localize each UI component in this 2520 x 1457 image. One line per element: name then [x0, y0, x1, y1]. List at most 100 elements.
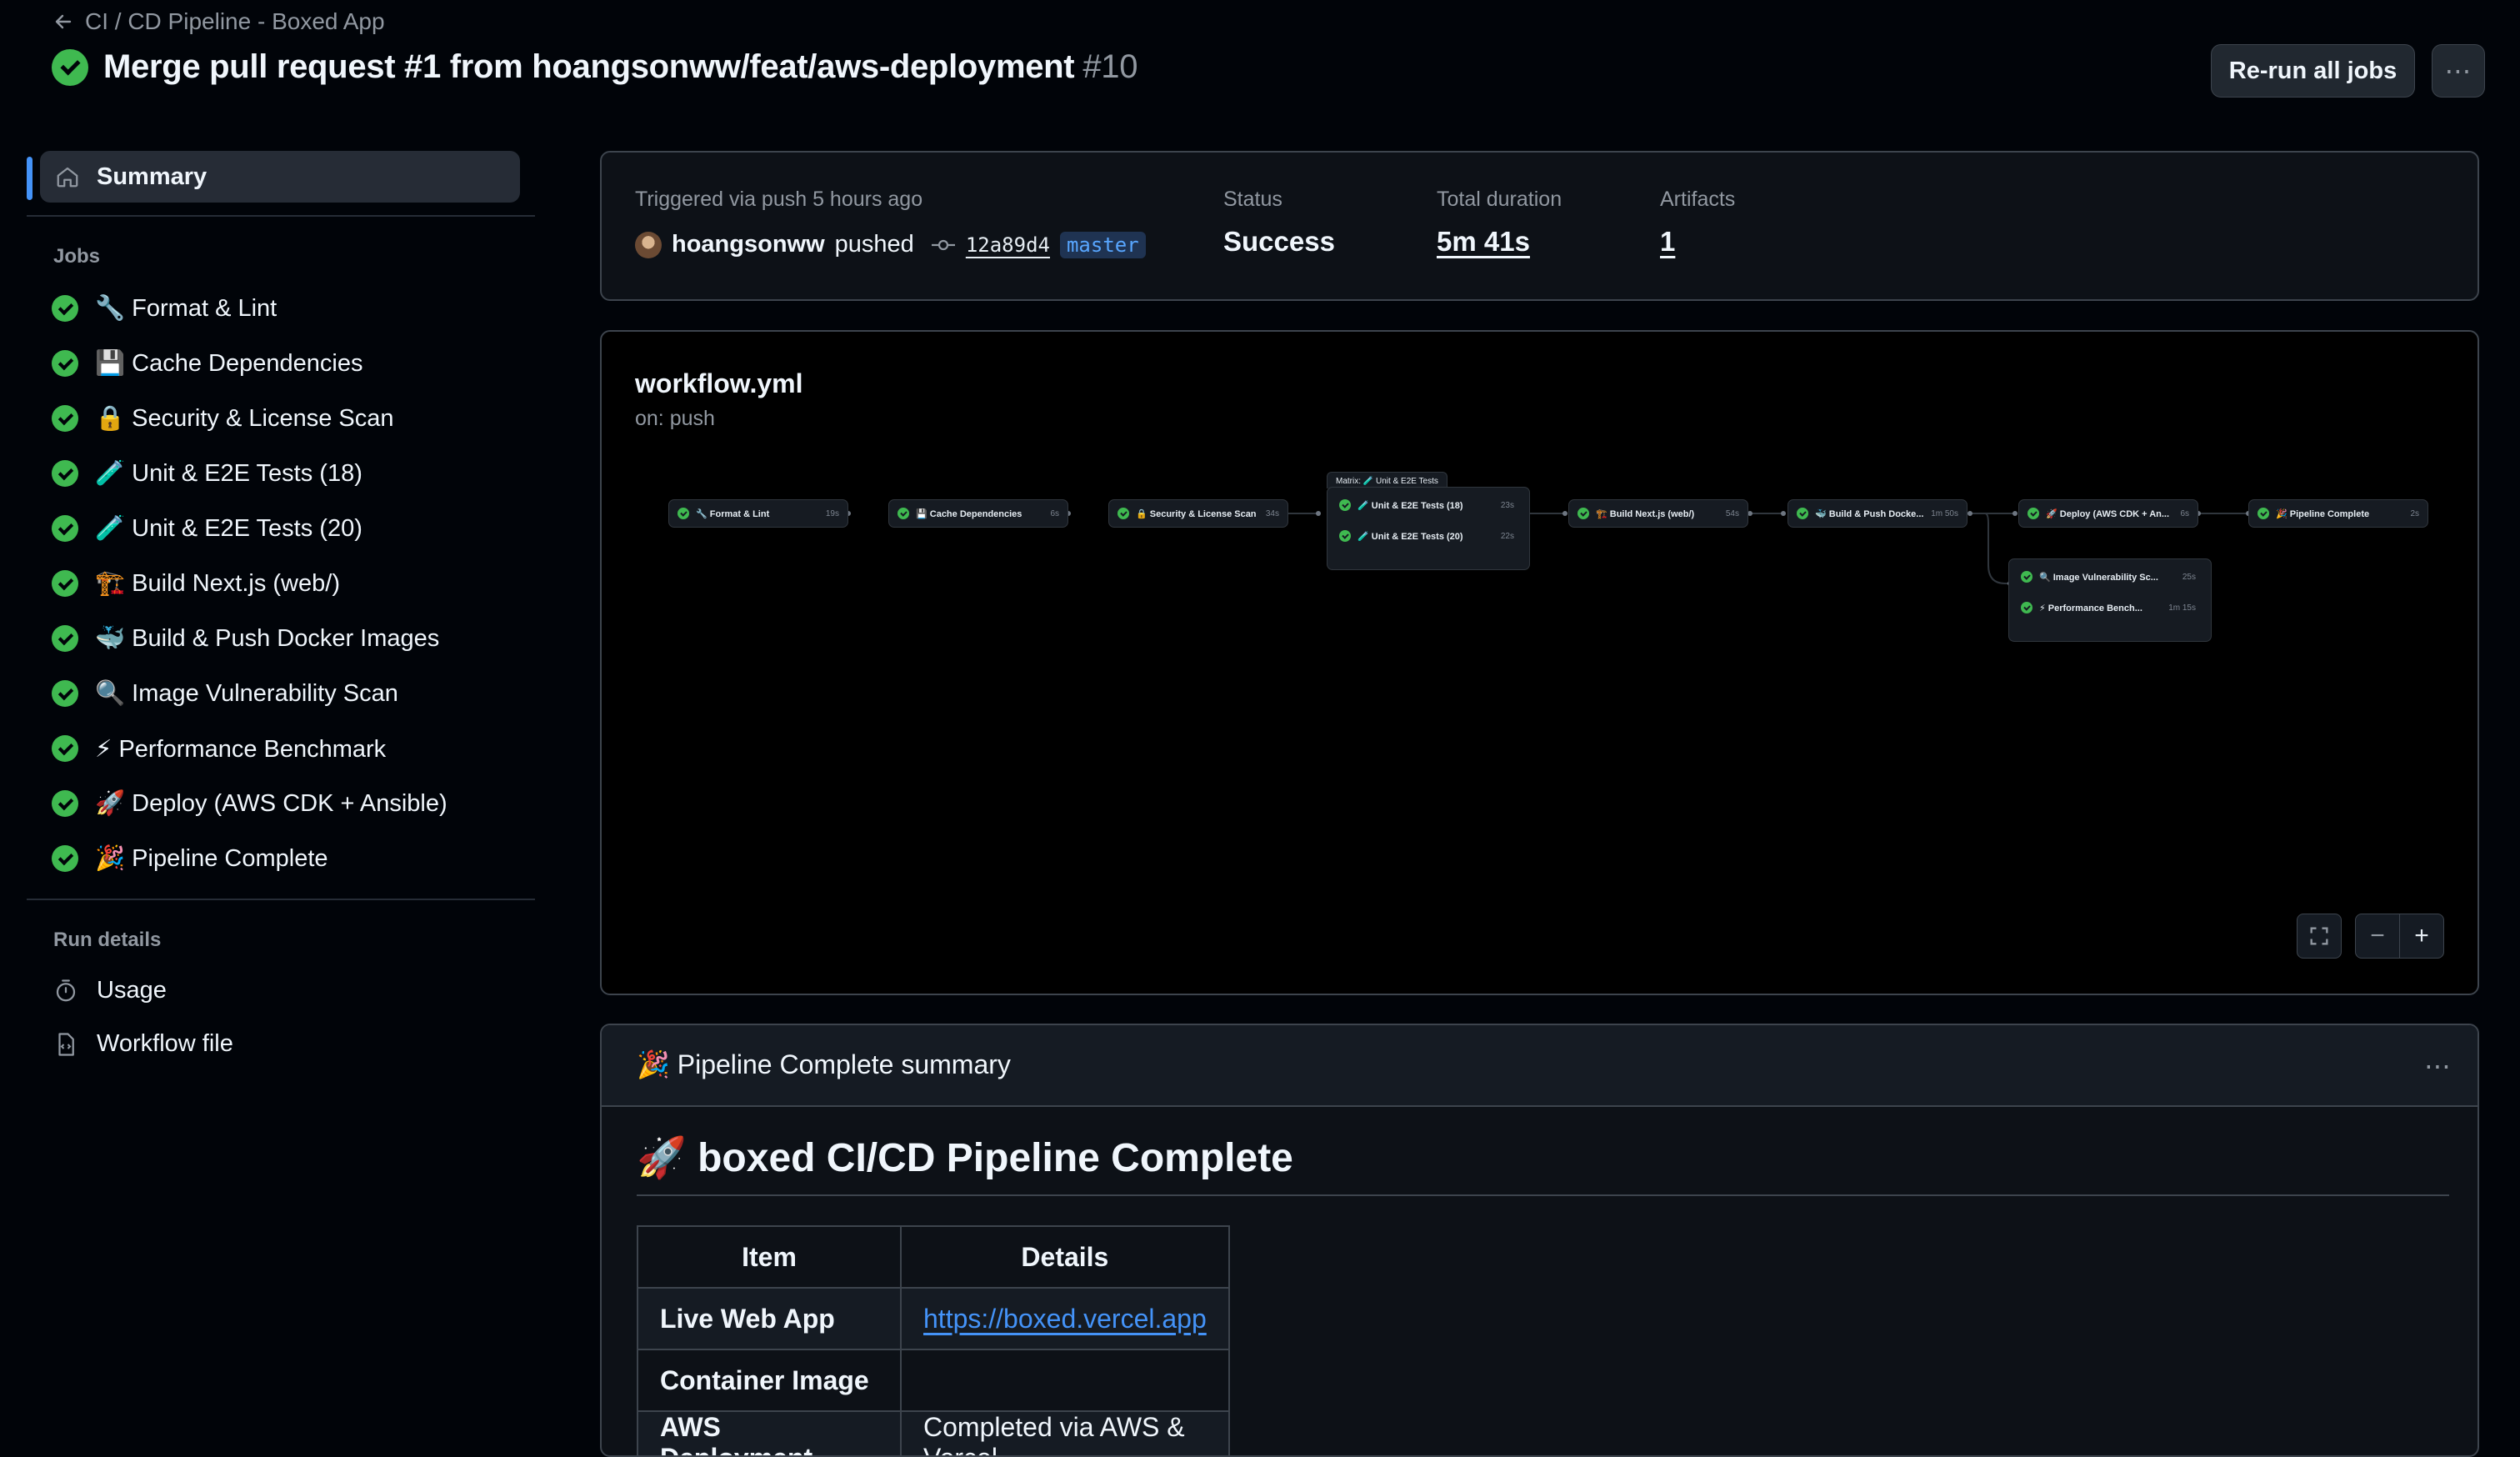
- sidebar-job-deploy[interactable]: 🚀 Deploy (AWS CDK + Ansible): [52, 784, 448, 824]
- artifacts-label: Artifacts: [1660, 188, 1736, 211]
- node-label: 🧪 Unit & E2E Tests (20): [1358, 531, 1463, 542]
- graph-node-deploy[interactable]: 🚀 Deploy (AWS CDK + An... 6s: [2018, 499, 2198, 528]
- graph-node-build-web[interactable]: 🏗️ Build Next.js (web/) 54s: [1568, 499, 1748, 528]
- job-label: 🏗️ Build Next.js (web/): [95, 569, 340, 598]
- matrix-group-tests: 🧪 Unit & E2E Tests (18) 23s 🧪 Unit & E2E …: [1327, 487, 1530, 570]
- sidebar-item-workflow-file[interactable]: Workflow file: [53, 1030, 233, 1058]
- job-name: Build & Push Docker Images: [132, 625, 440, 652]
- dependent-jobs-group: 🔍 Image Vulnerability Sc... 25s ⚡ Perform…: [2008, 558, 2212, 642]
- matrix-title: Matrix: 🧪 Unit & E2E Tests: [1327, 472, 1448, 488]
- sidebar-job-vuln-scan[interactable]: 🔍 Image Vulnerability Scan: [52, 673, 398, 713]
- sidebar-job-perf[interactable]: ⚡ Performance Benchmark: [52, 728, 386, 769]
- graph-node-tests-20[interactable]: 🧪 Unit & E2E Tests (20) 22s: [1339, 530, 1514, 542]
- success-check-icon: [2028, 508, 2039, 519]
- table-cell-details: https://boxed.vercel.app: [900, 1287, 1230, 1350]
- success-check-icon: [1339, 530, 1351, 542]
- graph-node-docker[interactable]: 🐳 Build & Push Docke... 1m 50s: [1788, 499, 1968, 528]
- back-link[interactable]: CI / CD Pipeline - Boxed App: [53, 8, 385, 35]
- job-summary-more-button[interactable]: ⋯: [2424, 1050, 2451, 1082]
- success-check-icon: [2021, 571, 2032, 583]
- rerun-all-jobs-button[interactable]: Re-run all jobs: [2211, 44, 2415, 98]
- sidebar-job-build-web[interactable]: 🏗️ Build Next.js (web/): [52, 563, 340, 603]
- table-cell-details: Completed via AWS & Vercel: [900, 1410, 1230, 1455]
- graph-node-cache[interactable]: 💾 Cache Dependencies 6s: [888, 499, 1068, 528]
- job-summary-title: 🎉 Pipeline Complete summary: [637, 1049, 1011, 1079]
- job-summary-panel: 🎉 Pipeline Complete summary ⋯ 🚀 boxed CI…: [600, 1024, 2479, 1457]
- job-label: 🐳 Build & Push Docker Images: [95, 624, 439, 653]
- run-number: #10: [1082, 48, 1138, 85]
- avatar[interactable]: [635, 231, 662, 258]
- artifacts-count-link[interactable]: 1: [1660, 226, 1675, 258]
- job-label: 🚀 Deploy (AWS CDK + Ansible): [95, 789, 448, 818]
- table-row: Container Image: [637, 1349, 1230, 1412]
- duration-label: Total duration: [1437, 188, 1562, 211]
- success-check-icon: [2021, 602, 2032, 613]
- file-code-icon: [58, 1032, 74, 1056]
- zoom-in-button[interactable]: +: [2399, 914, 2444, 959]
- party-popper-icon: 🎉: [95, 845, 126, 872]
- node-duration: 2s: [2410, 508, 2419, 518]
- table-cell-item: AWS Deployment: [637, 1410, 902, 1455]
- status-value: Success: [1223, 226, 1335, 257]
- zoom-out-button[interactable]: −: [2355, 914, 2400, 959]
- branch-badge[interactable]: master: [1059, 231, 1146, 258]
- success-check-icon: [1118, 508, 1129, 519]
- table-cell-details: [900, 1349, 1230, 1412]
- sidebar-item-label: Summary: [97, 163, 208, 190]
- job-name: Security & License Scan: [132, 405, 394, 432]
- graph-node-complete[interactable]: 🎉 Pipeline Complete 2s: [2248, 499, 2428, 528]
- node-duration: 19s: [825, 508, 839, 518]
- success-check-icon: [52, 680, 78, 707]
- success-check-icon: [2258, 508, 2269, 519]
- sidebar-item-usage[interactable]: Usage: [53, 977, 167, 1004]
- more-options-button[interactable]: ⋯: [2432, 44, 2485, 98]
- minus-icon: −: [2370, 922, 2385, 949]
- success-check-icon: [898, 508, 909, 519]
- node-duration: 25s: [2182, 572, 2196, 582]
- sidebar-job-tests-18[interactable]: 🧪 Unit & E2E Tests (18): [52, 453, 362, 493]
- job-label: 🎉 Pipeline Complete: [95, 844, 328, 873]
- floppy-disk-icon: 💾: [95, 350, 126, 377]
- sidebar-divider: [27, 215, 535, 217]
- table-header: Details: [900, 1225, 1230, 1289]
- sidebar-job-format-lint[interactable]: 🔧 Format & Lint: [52, 288, 277, 328]
- push-info: hoangsonww pushed 12a89d4 master: [635, 231, 1146, 258]
- success-check-icon: [52, 625, 78, 652]
- job-name: Pipeline Complete: [132, 845, 328, 872]
- sidebar-item-summary[interactable]: Summary: [40, 151, 520, 203]
- graph-node-format-lint[interactable]: 🔧 Format & Lint 19s: [668, 499, 848, 528]
- table-header: Item: [637, 1225, 902, 1289]
- node-label: 🚀 Deploy (AWS CDK + An...: [2046, 508, 2170, 519]
- graph-node-security[interactable]: 🔒 Security & License Scan 34s: [1108, 499, 1288, 528]
- fullscreen-button[interactable]: [2297, 914, 2342, 959]
- graph-node-tests-18[interactable]: 🧪 Unit & E2E Tests (18) 23s: [1339, 499, 1514, 511]
- commit-sha-link[interactable]: 12a89d4: [966, 233, 1050, 257]
- graph-node-vuln-scan[interactable]: 🔍 Image Vulnerability Sc... 25s: [2021, 571, 2196, 583]
- node-duration: 6s: [1050, 508, 1059, 518]
- graph-node-perf[interactable]: ⚡ Performance Bench... 1m 15s: [2021, 602, 2196, 613]
- sidebar-job-security[interactable]: 🔒 Security & License Scan: [52, 398, 394, 438]
- node-label: 🔒 Security & License Scan: [1136, 508, 1257, 519]
- success-check-icon: [52, 570, 78, 597]
- live-web-app-link[interactable]: https://boxed.vercel.app: [923, 1304, 1207, 1334]
- sidebar-job-docker[interactable]: 🐳 Build & Push Docker Images: [52, 618, 439, 658]
- success-check-icon: [52, 460, 78, 487]
- success-check-icon: [1339, 499, 1351, 511]
- sidebar-job-cache[interactable]: 💾 Cache Dependencies: [52, 343, 362, 383]
- table-row: AWS Deployment Completed via AWS & Verce…: [637, 1410, 1230, 1455]
- push-action: pushed: [834, 231, 914, 258]
- job-name: Cache Dependencies: [132, 350, 363, 377]
- test-tube-icon: 🧪: [95, 460, 126, 487]
- lightning-icon: ⚡: [95, 735, 112, 763]
- sidebar-job-complete[interactable]: 🎉 Pipeline Complete: [52, 839, 328, 879]
- job-label: 💾 Cache Dependencies: [95, 349, 362, 378]
- run-details-heading: Run details: [53, 929, 162, 951]
- actor-name[interactable]: hoangsonww: [672, 231, 825, 258]
- duration-link[interactable]: 5m 41s: [1437, 226, 1530, 258]
- node-duration: 1m 50s: [1931, 508, 1958, 518]
- success-check-icon: [52, 405, 78, 432]
- sidebar-job-tests-20[interactable]: 🧪 Unit & E2E Tests (20): [52, 508, 362, 548]
- success-check-icon: [52, 48, 88, 86]
- table-cell-item: Live Web App: [637, 1287, 902, 1350]
- job-name: Deploy (AWS CDK + Ansible): [132, 790, 448, 817]
